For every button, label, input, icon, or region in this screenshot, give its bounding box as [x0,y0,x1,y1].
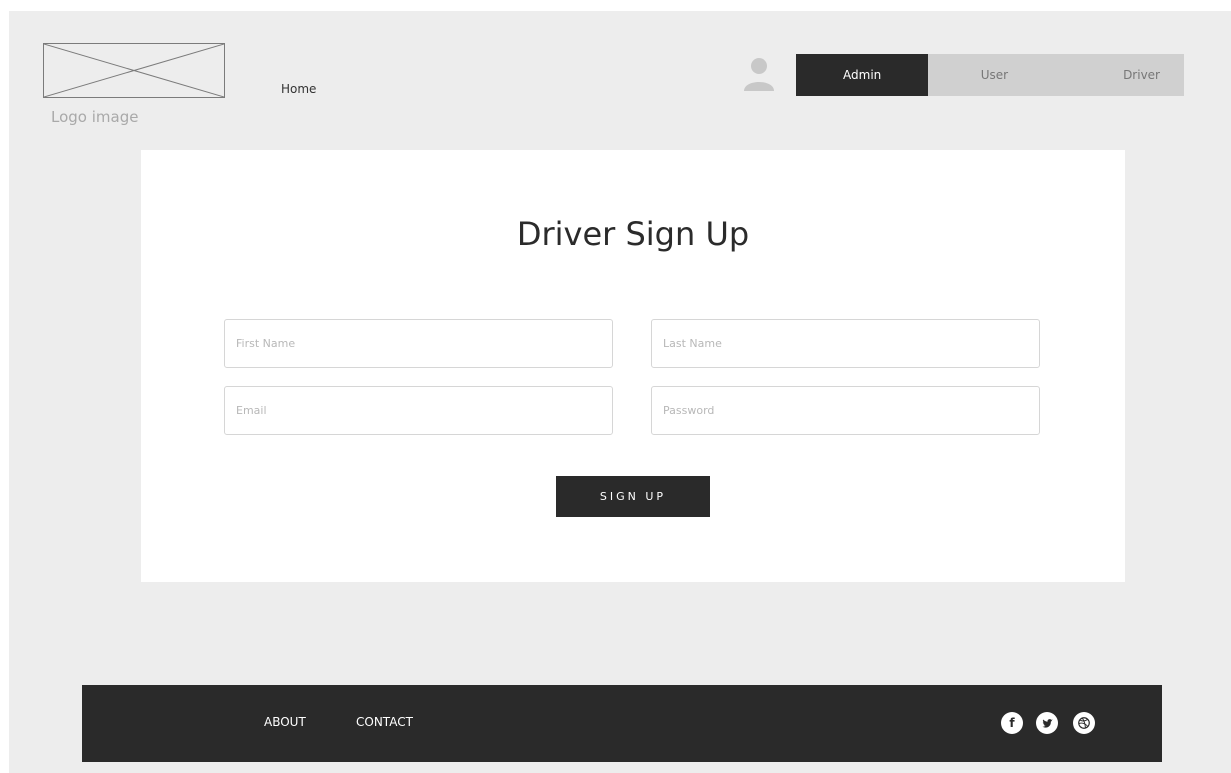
facebook-glyph: f [1009,716,1015,730]
email-input[interactable] [224,386,613,435]
signup-card: Driver Sign Up SIGN UP [141,150,1125,582]
tab-user[interactable]: User [928,54,1060,96]
logo-caption: Logo image [51,108,139,126]
nav-home-link[interactable]: Home [281,82,316,96]
footer: ABOUT CONTACT f [82,685,1162,762]
twitter-icon[interactable] [1036,712,1058,734]
dribbble-icon[interactable] [1073,712,1095,734]
first-name-input[interactable] [224,319,613,368]
tab-driver[interactable]: Driver [1061,54,1184,96]
tab-admin[interactable]: Admin [796,54,929,96]
sign-up-button[interactable]: SIGN UP [556,476,710,517]
footer-link-contact[interactable]: CONTACT [356,715,413,729]
image-placeholder-icon [44,44,224,97]
logo-image-placeholder[interactable] [43,43,225,98]
password-input[interactable] [651,386,1040,435]
role-tabs: Admin User Driver [796,54,1184,96]
user-avatar-icon[interactable] [744,57,774,91]
facebook-icon[interactable]: f [1001,712,1023,734]
page-title: Driver Sign Up [516,215,750,253]
footer-link-about[interactable]: ABOUT [264,715,306,729]
last-name-input[interactable] [651,319,1040,368]
page-canvas: Logo image Home Admin User Driver Driver… [9,11,1231,773]
